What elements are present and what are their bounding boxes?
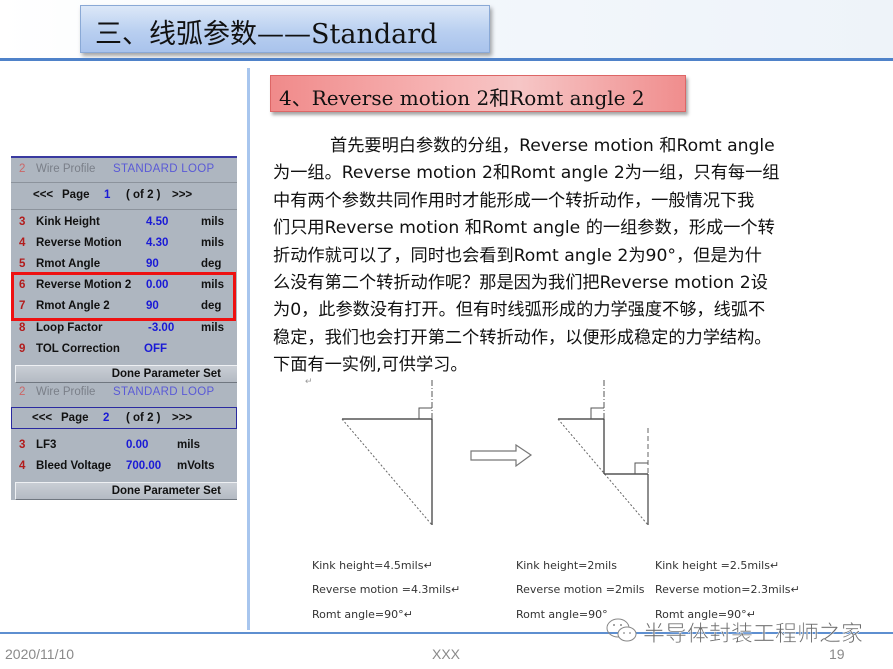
loop-shape-after	[557, 380, 649, 526]
page-label: Page	[62, 189, 90, 201]
param-label: Wire Profile	[36, 386, 96, 398]
param-number: 3	[19, 216, 26, 228]
param-number: 9	[19, 343, 26, 355]
param-value: STANDARD LOOP	[113, 386, 215, 398]
param-number: 2	[19, 386, 26, 398]
param-unit: deg	[201, 258, 222, 270]
body-line: 么没有第二个转折动作呢？那是因为我们把Reverse motion 2设	[273, 273, 768, 294]
next-page-button[interactable]: >>>	[172, 412, 192, 424]
separator	[11, 182, 237, 183]
caption-middle-kink: Kink height=2mils	[516, 559, 617, 572]
param-unit: mils	[201, 322, 225, 334]
caption-middle-reverse: Reverse motion =2mils	[516, 583, 645, 596]
param-label: Loop Factor	[36, 322, 103, 334]
param-number: 5	[19, 258, 26, 270]
param-value[interactable]: OFF	[144, 343, 167, 355]
caption-right-reverse: Reverse motion=2.3mils↵	[655, 583, 800, 596]
param-unit: mils	[201, 237, 225, 249]
param-label: TOL Correction	[36, 343, 120, 355]
param-value[interactable]: 90	[146, 258, 159, 270]
section-header: 4、Reverse motion 2和Romt angle 2	[279, 86, 645, 110]
body-line: 中有两个参数共同作用时才能形成一个转折动作，一般情况下我	[273, 190, 755, 211]
param-label: Rmot Angle	[36, 258, 101, 270]
footer-page-number: 19	[829, 646, 845, 662]
body-line: 为一组。Reverse motion 2和Romt angle 2为一组，只有每…	[273, 163, 780, 184]
top-rule	[0, 58, 893, 61]
page-number: 2	[103, 412, 110, 424]
caption-middle-romt: Romt angle=90°	[516, 608, 608, 621]
title-box: 三、线弧参数——Standard	[80, 5, 490, 53]
highlight-box	[11, 272, 236, 321]
caption-left-romt: Romt angle=90°↵	[312, 608, 413, 621]
loop-diagram	[341, 380, 649, 526]
param-label: LF3	[36, 439, 57, 451]
footer-center: XXX	[432, 646, 461, 662]
param-number: 8	[19, 322, 26, 334]
separator	[11, 209, 237, 210]
param-value[interactable]: 700.00	[126, 460, 161, 472]
param-number: 3	[19, 439, 26, 451]
caption-left-reverse: Reverse motion =4.3mils↵	[312, 583, 461, 596]
param-label: Bleed Voltage	[36, 460, 112, 472]
body-line: 稳定，我们也会打开第二个转折动作，以便形成稳定的力学结构。	[273, 327, 772, 348]
body-paragraph: 首先要明白参数的分组，Reverse motion 和Romt angle 为一…	[273, 133, 853, 380]
wechat-icon	[606, 618, 637, 642]
caption-right-kink: Kink height =2.5mils↵	[655, 559, 780, 572]
footer-date: 2020/11/10	[5, 646, 75, 662]
prev-page-button[interactable]: <<<	[33, 189, 53, 201]
param-label: Reverse Motion	[36, 237, 122, 249]
param-unit: mVolts	[177, 460, 215, 472]
param-number: 4	[19, 460, 26, 472]
slide-title: 三、线弧参数——Standard	[95, 19, 438, 50]
watermark-text: 半导体封装工程师之家	[643, 621, 864, 647]
param-value[interactable]: 4.50	[146, 216, 168, 228]
param-number: 2	[19, 163, 26, 175]
param-unit: mils	[177, 439, 201, 451]
param-label: Wire Profile	[36, 163, 96, 175]
param-value[interactable]: 0.00	[126, 439, 148, 451]
wire-profile-row: 2 Wire Profile STANDARD LOOP	[11, 383, 237, 404]
param-row-reverse-motion[interactable]: 4 Reverse Motion 4.30 mils	[11, 234, 237, 255]
body-line: 首先要明白参数的分组，Reverse motion 和Romt angle	[330, 136, 775, 156]
param-row-bleed-voltage[interactable]: 4 Bleed Voltage 700.00 mVolts	[11, 457, 237, 478]
page-of: ( of 2 )	[126, 412, 161, 424]
pager-page-1: <<< Page 1 ( of 2 ) >>>	[11, 185, 237, 207]
page-label: Page	[61, 412, 89, 424]
panel-top-border	[11, 156, 237, 158]
param-row-kink-height[interactable]: 3 Kink Height 4.50 mils	[11, 213, 237, 234]
prev-page-button[interactable]: <<<	[32, 412, 52, 424]
body-line: 为0，此参数没有打开。但有时线弧形成的力学强度不够，线弧不	[273, 300, 766, 321]
caption-left-kink: Kink height=4.5mils↵	[312, 559, 433, 572]
done-parameter-set-button[interactable]: Done Parameter Set	[15, 482, 237, 500]
done-parameter-set-button[interactable]: Done Parameter Set	[15, 365, 237, 383]
param-row-loop-factor[interactable]: 8 Loop Factor -3.00 mils	[11, 319, 237, 340]
param-value: STANDARD LOOP	[113, 163, 215, 175]
vertical-divider	[247, 68, 250, 630]
page-of: ( of 2 )	[126, 189, 161, 201]
wire-profile-row: 2 Wire Profile STANDARD LOOP	[11, 160, 237, 181]
param-value[interactable]: 4.30	[146, 237, 168, 249]
next-page-button[interactable]: >>>	[172, 189, 192, 201]
body-line: 折动作就可以了，同时也会看到Romt angle 2为90°，但是为什	[273, 245, 762, 266]
param-number: 4	[19, 237, 26, 249]
param-value[interactable]: -3.00	[148, 322, 174, 334]
param-row-lf3[interactable]: 3 LF3 0.00 mils	[11, 436, 237, 457]
wire-parameter-panel: 2 Wire Profile STANDARD LOOP <<< Page 1 …	[11, 156, 237, 500]
arrow-icon	[470, 443, 533, 468]
section-header-box: 4、Reverse motion 2和Romt angle 2	[270, 75, 686, 112]
param-unit: mils	[201, 216, 225, 228]
page-number: 1	[104, 189, 111, 201]
body-line: 们只用Reverse motion 和Romt angle 的一组参数，形成一个…	[273, 218, 775, 239]
param-label: Kink Height	[36, 216, 100, 228]
pager-page-2: <<< Page 2 ( of 2 ) >>>	[11, 407, 237, 429]
loop-shape-before	[341, 380, 433, 526]
param-row-tol-correction[interactable]: 9 TOL Correction OFF	[11, 340, 237, 361]
